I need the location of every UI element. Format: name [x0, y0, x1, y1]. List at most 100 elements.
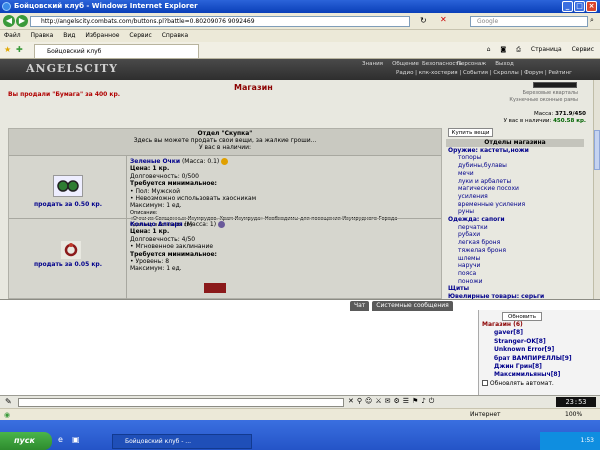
page-menu[interactable]: Страница — [531, 46, 562, 53]
online-user[interactable]: Unknown Error[9] — [482, 346, 598, 354]
maximize-button[interactable]: □ — [574, 1, 585, 12]
department-link[interactable]: Оружие: кастеты,ножи — [446, 147, 584, 155]
refresh-button[interactable]: Обновить — [502, 312, 542, 321]
tools-menu[interactable]: Сервис — [572, 46, 594, 53]
info-icon[interactable] — [221, 158, 229, 165]
favorites-star-icon[interactable]: ★ — [4, 45, 11, 54]
flag-icon[interactable]: ⚑ — [412, 397, 421, 405]
sword-icon[interactable]: ⚔ — [375, 397, 384, 405]
department-link[interactable]: магические посохи — [446, 185, 584, 193]
clear-icon[interactable]: ✕ — [348, 397, 357, 405]
item-name[interactable]: Кольцо Алтаря — [130, 221, 183, 228]
minimize-button[interactable]: _ — [562, 1, 573, 12]
taskbar-item-browser[interactable]: Бойцовский клуб - ... — [112, 434, 252, 449]
item-mass: (Масса: 1) — [184, 221, 217, 228]
department-link[interactable]: Щиты — [446, 285, 584, 293]
item-name[interactable]: Зеленые Очки — [130, 158, 180, 165]
list-icon[interactable]: ☰ — [403, 397, 412, 405]
tab-system-messages[interactable]: Системные сообщения — [372, 301, 453, 311]
window-title: Бойцовский клуб - Windows Internet Explo… — [14, 2, 198, 10]
address-input[interactable]: http://angelscity.combats.com/buttons.pl… — [30, 16, 410, 27]
scrollbar-thumb[interactable] — [594, 130, 600, 170]
back-button[interactable]: ◀ — [3, 15, 15, 27]
settings-icon[interactable]: ⚙ — [393, 397, 402, 405]
department-link[interactable]: луки и арбалеты — [446, 178, 584, 186]
nav-knowledge[interactable]: Знания — [356, 61, 389, 67]
search-icon[interactable]: ⌕ — [590, 16, 594, 25]
buy-items-button[interactable]: Купить вещи — [448, 128, 493, 137]
department-link[interactable]: легкая броня — [446, 239, 584, 247]
nav-character[interactable]: Персонаж — [455, 61, 488, 67]
item-req-header: Требуется минимальное: — [130, 250, 217, 258]
nav-exit[interactable]: Выход — [488, 61, 521, 67]
department-link[interactable]: шлемы — [446, 255, 584, 263]
taskbar: пуск e ▣ Бойцовский клуб - ... 1:53 — [0, 420, 600, 450]
right-link-1[interactable]: Березовые кварталы — [508, 90, 578, 96]
online-user[interactable]: брат ВАМПИРЕЛЛЫ[9] — [482, 355, 598, 363]
autorefresh-checkbox[interactable] — [482, 380, 488, 387]
filter-icon[interactable]: ⚲ — [357, 397, 365, 405]
department-link[interactable]: рубахи — [446, 231, 584, 239]
chat-tabs: Чат Системные сообщения — [350, 301, 456, 311]
menu-view[interactable]: Вид — [63, 32, 75, 39]
forward-button[interactable]: ▶ — [16, 15, 28, 27]
sell-link[interactable]: продать за 0.05 кр. — [9, 261, 127, 268]
shop-frame: Магазин Вы продали "Бумага" за 400 кр. Б… — [0, 80, 593, 299]
department-link[interactable]: усиления — [446, 193, 584, 201]
game-header: ANGELSCITY Знания Общение БезопасностьПерс… — [0, 59, 600, 80]
department-link[interactable]: Одежда: сапоги — [446, 216, 584, 224]
game-logo: ANGELSCITY — [26, 62, 118, 75]
chat-icon[interactable]: ✎ — [5, 397, 12, 406]
right-link-2[interactable]: Кузнечные оконные рамы — [508, 97, 578, 103]
game-nav-bottom[interactable]: Радио | кпк-хостeрия | События | Скроллы… — [396, 70, 596, 76]
menu-help[interactable]: Справка — [162, 32, 188, 39]
feeds-icon[interactable]: ◙ — [500, 46, 506, 53]
nav-security[interactable]: Безопасность — [422, 61, 462, 67]
sell-link[interactable]: продать за 0.50 кр. — [9, 201, 127, 208]
online-user[interactable]: gaver[8] — [482, 329, 598, 337]
online-list: Обновить Магазин (6) gaver[8] Stranger-OK… — [478, 310, 600, 396]
dept-description: Здесь вы можете продать свои вещи, за жа… — [133, 137, 317, 144]
menu-edit[interactable]: Правка — [31, 32, 54, 39]
department-link[interactable]: дубины,булавы — [446, 162, 584, 170]
tab-tools: ⌂ ◙ ⎙ Страница Сервис — [479, 46, 594, 54]
close-button[interactable]: × — [586, 1, 597, 12]
dept-have: У вас в наличии: — [198, 144, 252, 151]
item-req: • Уровень: 8 — [130, 258, 170, 266]
department-link[interactable]: мечи — [446, 170, 584, 178]
sound-icon[interactable]: ♪ — [421, 397, 428, 405]
online-user[interactable]: Максимильяныч[8] — [482, 371, 598, 379]
menu-favorites[interactable]: Избранное — [85, 32, 119, 39]
online-user[interactable]: Джин Грин[8] — [482, 363, 598, 371]
nav-social[interactable]: Общение — [389, 61, 422, 67]
department-link[interactable]: временные усиления — [446, 201, 584, 209]
smile-icon[interactable]: ☺ — [365, 397, 375, 405]
refresh-icon[interactable]: ↻ — [420, 16, 427, 25]
department-link[interactable]: топоры — [446, 154, 584, 162]
menu-tools[interactable]: Сервис — [129, 32, 151, 39]
search-input[interactable]: Google — [470, 16, 588, 27]
chat-input[interactable] — [18, 398, 344, 407]
online-user[interactable]: Stranger-OK[8] — [482, 338, 598, 346]
home-icon[interactable]: ⌂ — [487, 46, 491, 53]
menu-bar: Файл Правка Вид Избранное Сервис Справка — [0, 30, 600, 42]
menu-file[interactable]: Файл — [4, 32, 21, 39]
department-link[interactable]: пояса — [446, 270, 584, 278]
quicklaunch-ie-icon[interactable]: e — [58, 435, 63, 444]
stop-icon[interactable]: ✕ — [440, 15, 447, 24]
department-link[interactable]: тяжелая броня — [446, 247, 584, 255]
start-button[interactable]: пуск — [0, 432, 52, 450]
main-scrollbar[interactable] — [593, 80, 600, 299]
tab-chat[interactable]: Чат — [350, 301, 370, 311]
quicklaunch-desktop-icon[interactable]: ▣ — [72, 435, 80, 444]
exit-icon[interactable]: ⏻ — [429, 397, 438, 405]
department-link[interactable]: перчатки — [446, 224, 584, 232]
department-link[interactable]: руны — [446, 208, 584, 216]
add-favorites-icon[interactable]: ✚ — [16, 45, 23, 54]
tab-active[interactable]: Бойцовский клуб — [34, 44, 199, 58]
info-icon[interactable] — [218, 221, 225, 228]
mass-info: Масса: 371.9/450 У вас в наличии: 450.58… — [490, 111, 586, 125]
department-link[interactable]: поножи — [446, 278, 584, 286]
department-link[interactable]: наручи — [446, 262, 584, 270]
print-icon[interactable]: ⎙ — [516, 46, 521, 53]
